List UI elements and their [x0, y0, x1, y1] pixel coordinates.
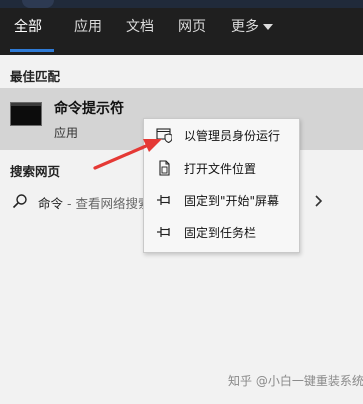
- app-type: 应用: [54, 126, 79, 140]
- active-tab-indicator: [10, 49, 54, 52]
- section-search-web: 搜索网页: [10, 164, 61, 179]
- context-menu: 以管理员身份运行 打开文件位置 固定到"开始"屏幕 固定到任务栏: [143, 118, 300, 253]
- filter-bar: 全部 应用 文档 网页 更多: [0, 0, 363, 55]
- tab-apps[interactable]: 应用: [74, 18, 102, 36]
- pin-icon: [157, 195, 170, 205]
- tab-all[interactable]: 全部: [14, 18, 42, 36]
- command-prompt-icon: [10, 102, 42, 126]
- app-title[interactable]: 命令提示符: [54, 98, 124, 118]
- shield-run-icon: [156, 128, 172, 143]
- menu-item-pin-start[interactable]: 固定到"开始"屏幕: [144, 185, 299, 215]
- tab-web[interactable]: 网页: [178, 18, 206, 36]
- section-best-match: 最佳匹配: [10, 69, 61, 84]
- file-location-icon: [159, 160, 170, 176]
- menu-label-run-as-admin: 以管理员身份运行: [184, 129, 281, 143]
- menu-item-open-location[interactable]: 打开文件位置: [144, 153, 299, 183]
- pin-icon: [157, 227, 170, 237]
- search-icon: [12, 194, 27, 209]
- tab-documents[interactable]: 文档: [126, 18, 154, 36]
- menu-label-pin-start: 固定到"开始"屏幕: [184, 194, 280, 208]
- watermark: 知乎 @小白一键重装系统: [228, 374, 363, 388]
- top-strip: [0, 0, 363, 8]
- tab-more[interactable]: 更多: [231, 18, 259, 36]
- menu-item-pin-taskbar[interactable]: 固定到任务栏: [144, 217, 299, 247]
- chevron-right-icon[interactable]: [313, 193, 325, 209]
- chevron-down-icon[interactable]: [263, 24, 273, 30]
- web-search-query: 命令: [38, 196, 64, 211]
- menu-label-pin-taskbar: 固定到任务栏: [184, 226, 257, 240]
- menu-label-open-location: 打开文件位置: [184, 162, 257, 176]
- menu-item-run-as-admin[interactable]: 以管理员身份运行: [144, 120, 299, 150]
